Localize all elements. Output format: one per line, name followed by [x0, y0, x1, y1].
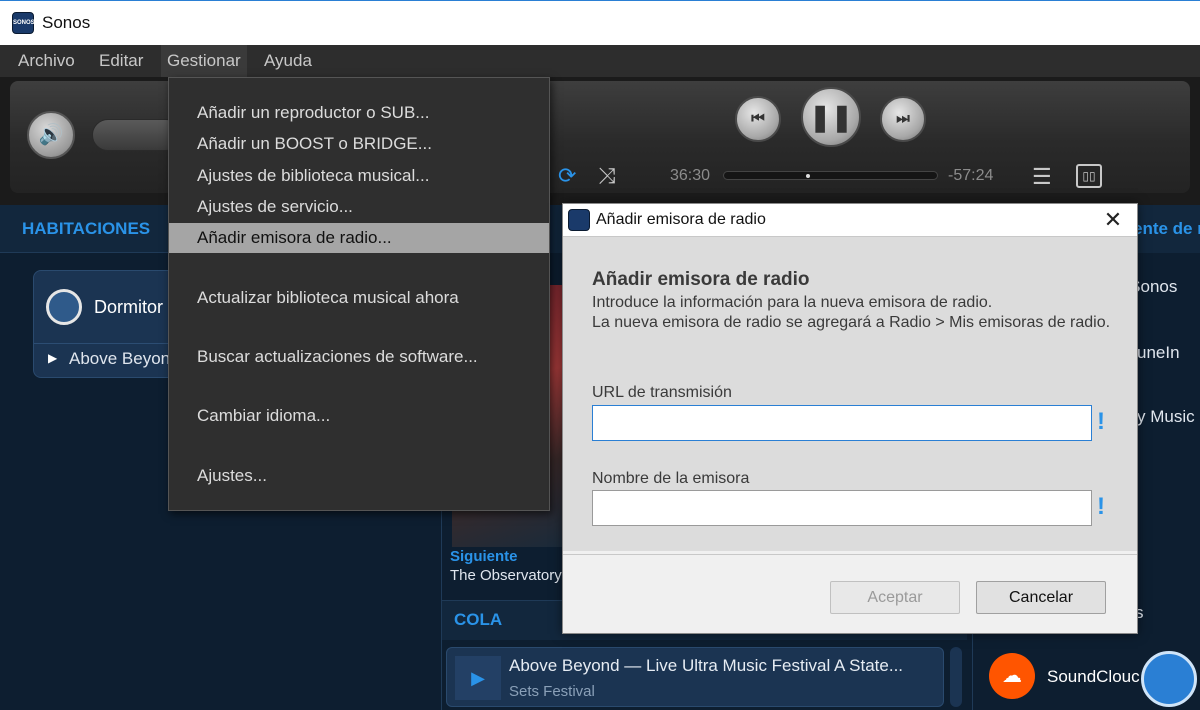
menu-item-add-radio[interactable]: Añadir emisora de radio... — [169, 223, 549, 253]
queue-title: COLA — [454, 610, 503, 629]
volume-icon[interactable]: 🔊 — [27, 111, 75, 159]
dialog-heading: Añadir emisora de radio — [592, 269, 810, 290]
dialog-description: Introduce la información para la nueva e… — [592, 293, 1112, 333]
menu-item-check-updates[interactable]: Buscar actualizaciones de software... — [169, 342, 549, 372]
menu-item-add-boost[interactable]: Añadir un BOOST o BRIDGE... — [169, 129, 549, 159]
sonos-icon: SONOS — [12, 12, 35, 34]
menu-gestionar[interactable]: Gestionar — [161, 45, 247, 77]
cancel-button[interactable]: Cancelar — [976, 581, 1106, 614]
sonos-icon — [568, 209, 590, 231]
url-input[interactable] — [592, 405, 1092, 441]
url-required-icon: ! — [1097, 408, 1105, 435]
pause-button[interactable]: ❚❚ — [801, 87, 861, 147]
next-label: Siguiente — [450, 548, 518, 565]
next-track: The Observatory — [450, 567, 562, 584]
equalizer-icon[interactable]: ☰ — [1032, 164, 1052, 190]
menu-item-service-settings[interactable]: Ajustes de servicio... — [169, 192, 549, 222]
menu-item-update-library[interactable]: Actualizar biblioteca musical ahora — [169, 283, 549, 313]
progress-bar[interactable] — [723, 171, 938, 180]
music-source-music[interactable]: y Music — [1137, 407, 1195, 427]
next-icon: ⏭ — [896, 110, 910, 127]
url-label: URL de transmisión — [592, 384, 732, 401]
progress-knob[interactable] — [806, 174, 810, 178]
dialog-description-line-2: La nueva emisora de radio se agregará a … — [592, 314, 1111, 331]
queue-track-title: Above Beyond — Live Ultra Music Festival… — [509, 656, 904, 675]
repeat-icon[interactable]: ⟳ — [558, 163, 576, 189]
dialog-body: Añadir emisora de radio Introduce la inf… — [563, 236, 1137, 551]
menu-editar[interactable]: Editar — [99, 51, 143, 71]
time-remaining: -57:24 — [948, 167, 994, 184]
accept-button[interactable]: Aceptar — [830, 581, 960, 614]
soundcloud-label[interactable]: SoundClouc — [1047, 667, 1140, 687]
menu-item-change-language[interactable]: Cambiar idioma... — [169, 401, 549, 431]
previous-button[interactable]: ⏮ — [735, 96, 781, 142]
menu-item-library-settings[interactable]: Ajustes de biblioteca musical... — [169, 161, 549, 191]
sonos-badge-icon — [1141, 651, 1197, 707]
dialog-footer: Aceptar Cancelar — [563, 554, 1137, 633]
add-radio-dialog: Añadir emisora de radio ✕ Añadir emisora… — [562, 203, 1138, 634]
queue-item[interactable]: ▶ Above Beyond — Live Ultra Music Festiv… — [446, 647, 944, 707]
menu-item-settings[interactable]: Ajustes... — [169, 461, 549, 491]
play-icon[interactable]: ▶ — [455, 656, 501, 700]
soundcloud-icon[interactable]: ☁ — [989, 653, 1035, 699]
window-title: Sonos — [42, 13, 91, 32]
room-now-playing: Above Beyon — [69, 349, 171, 368]
time-elapsed: 36:30 — [670, 167, 711, 184]
pause-icon: ❚❚ — [809, 102, 853, 132]
menu-archivo[interactable]: Archivo — [18, 51, 75, 71]
station-name-input[interactable] — [592, 490, 1092, 526]
menu-item-add-player[interactable]: Añadir un reproductor o SUB... — [169, 98, 549, 128]
room-name: Dormitor — [94, 297, 164, 317]
next-button[interactable]: ⏭ — [880, 96, 926, 142]
close-icon[interactable]: ✕ — [1099, 206, 1127, 234]
menu-bar: Archivo Editar Gestionar Ayuda — [0, 45, 1200, 77]
window-titlebar: SONOS Sonos — [0, 0, 1200, 45]
group-icon[interactable]: ▯▯ — [1076, 164, 1102, 188]
shuffle-icon[interactable]: ⤨ — [598, 163, 616, 189]
previous-icon: ⏮ — [751, 110, 765, 127]
gestionar-menu: Añadir un reproductor o SUB... Añadir un… — [168, 77, 550, 511]
play-icon: ▶ — [48, 351, 58, 365]
dialog-description-line-1: Introduce la información para la nueva e… — [592, 294, 993, 311]
name-required-icon: ! — [1097, 493, 1105, 520]
music-source-tunein[interactable]: uneIn — [1137, 343, 1180, 363]
station-name-label: Nombre de la emisora — [592, 470, 750, 487]
menu-ayuda[interactable]: Ayuda — [264, 51, 312, 71]
music-title: ente de m — [1133, 219, 1200, 238]
dialog-titlebar: Añadir emisora de radio ✕ — [563, 204, 1137, 236]
dialog-title: Añadir emisora de radio — [596, 211, 766, 228]
queue-track-subtitle: Sets Festival — [509, 683, 595, 700]
queue-scrollbar[interactable] — [950, 647, 962, 707]
speaker-icon — [46, 289, 82, 325]
rooms-title: HABITACIONES — [22, 219, 151, 238]
